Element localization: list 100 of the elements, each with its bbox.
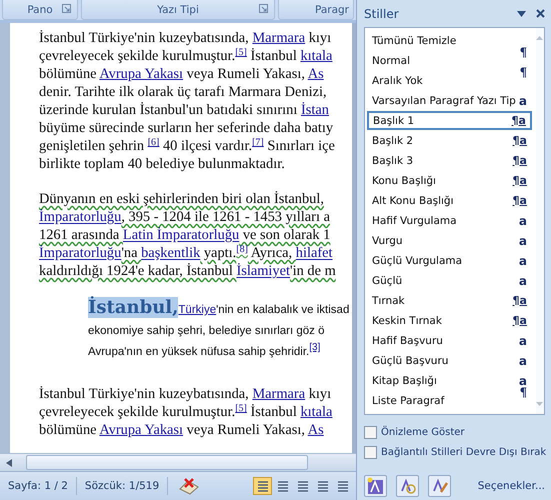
style-item[interactable]: Başlık 2 ¶a	[367, 131, 532, 150]
body-text: Dünyanın en eski şehirlerinden biri olan İstanbul,	[39, 191, 324, 207]
text-link[interactable]: As	[308, 66, 324, 82]
body-text: denir. Tarihte ilk olarak üç tarafı Marmara Denizi,	[39, 84, 327, 100]
word-count[interactable]: Sözcük: 1/519	[76, 477, 168, 495]
body-text: üzerinde kurulan İstanbul'un batıdaki sınırını	[39, 102, 298, 118]
body-text: kıyı	[308, 386, 332, 402]
body-text: Ayrıca,	[250, 245, 294, 261]
style-item[interactable]: Hafif Başvuru a	[367, 331, 532, 350]
style-item[interactable]: Güçlü Başvuru a	[367, 351, 532, 370]
text-link[interactable]: hilafet	[296, 245, 333, 261]
style-item[interactable]: Başlık 1 ¶a	[367, 111, 532, 130]
page-count[interactable]: Sayfa: 1 / 2	[0, 477, 77, 495]
view-button[interactable]	[253, 477, 272, 495]
text-link[interactable]: İstan	[300, 102, 329, 118]
footnote-link[interactable]: [6]	[148, 137, 160, 148]
style-type-mark: a	[518, 254, 527, 268]
style-inspector-button[interactable]	[396, 475, 419, 497]
body-text: 1261 arasında	[39, 227, 120, 243]
body-text: 'nin en kalabalık ve iktisad	[216, 304, 350, 316]
body-text: bölümüne	[39, 66, 98, 82]
checkbox[interactable]	[364, 426, 377, 438]
style-type-mark: a	[518, 214, 527, 228]
style-item[interactable]: Güçlü a	[367, 271, 532, 290]
text-link[interactable]: Avrupa Yakası	[99, 66, 184, 82]
body-text: çevreleyecek şekilde kurulmuştur.	[39, 48, 236, 64]
lines-icon	[276, 480, 290, 492]
text-link[interactable]: kıtala	[300, 48, 332, 64]
ribbon-group-label: Yazı Tipi	[81, 0, 275, 20]
text-link[interactable]: Marmara	[252, 30, 306, 46]
ribbon-group-label: Paragr	[278, 0, 354, 20]
style-item[interactable]: Güçlü Vurgulama a	[367, 251, 532, 270]
body-text: birlikte toplam 40 belediye bulunmaktadır.	[39, 156, 285, 172]
style-type-mark: a	[518, 274, 527, 288]
footnote-link[interactable]: [5]	[235, 47, 247, 58]
body-text: 'in de m	[290, 263, 336, 279]
style-type-mark: a	[518, 334, 527, 348]
style-item[interactable]: Varsayılan Paragraf Yazı Tip a	[367, 91, 532, 110]
text-link[interactable]: Latin İmparatorluğu	[122, 227, 240, 243]
style-type-mark: a	[518, 354, 527, 368]
ribbon-group-label: Pano	[2, 0, 78, 20]
style-item[interactable]: Vurgu a	[367, 231, 532, 250]
body-text: kıyı	[308, 30, 332, 46]
style-item[interactable]: Hafif Vurgulama a	[367, 211, 532, 230]
body-text: genişletilen şehrin	[39, 138, 146, 154]
style-item[interactable]: Alt Konu Başlığı ¶a	[367, 191, 532, 210]
text-link[interactable]: İmparatorluğu	[39, 209, 122, 225]
footnote-link[interactable]: [8]	[236, 244, 248, 255]
checkbox-label[interactable]: Bağlantılı Stilleri Devre Dışı Bırak	[381, 446, 546, 458]
body-text: yaptı.	[202, 245, 236, 261]
text-link[interactable]: başkentlik	[141, 245, 200, 261]
body-text: Sınırları içe	[266, 138, 335, 154]
close-icon[interactable]	[536, 9, 545, 18]
style-item[interactable]: Başlık 3 ¶a	[367, 151, 532, 170]
dialog-launcher-icon[interactable]	[62, 4, 71, 13]
left-arrow-icon[interactable]	[6, 458, 12, 466]
style-type-mark: ¶a	[512, 114, 526, 128]
body-text: veya Rumeli Yakası,	[186, 422, 306, 438]
style-type-mark: ¶a	[512, 194, 527, 208]
body-text: İstanbul Türkiye'nin kuzeybatısında,	[39, 30, 250, 46]
style-type-mark: ¶a	[512, 174, 527, 188]
body-text: veya Rumeli Yakası,	[186, 66, 306, 82]
footnote-link[interactable]: [7]	[252, 137, 264, 148]
style-type-mark: ¶a	[512, 314, 527, 328]
style-type-mark: ¶a	[512, 294, 527, 308]
checkbox[interactable]	[364, 446, 377, 458]
manage-styles-button[interactable]	[428, 475, 451, 497]
style-item[interactable]: Tırnak ¶a	[367, 291, 532, 310]
checkbox-label[interactable]: Önizleme Göster	[381, 426, 465, 438]
horizontal-scrollbar[interactable]	[0, 453, 356, 471]
text-link[interactable]: İslamiyet	[236, 263, 290, 279]
lines-icon	[256, 480, 270, 492]
body-text: kaldırıldığı 1924'e kadar, İstanbul	[39, 263, 234, 279]
body-text: Avrupa'nın en yüksek nüfusa sahip şehridir.	[88, 346, 310, 358]
text-link[interactable]: İmparatorluğu	[39, 245, 122, 261]
style-item[interactable]: Konu Başlığı ¶a	[367, 171, 532, 190]
footnote-link[interactable]: [5]	[235, 403, 247, 414]
style-type-mark: a	[518, 374, 527, 388]
body-text: büyüme sürecinde surların her seferinde daha batıy	[39, 120, 334, 136]
dropdown-icon[interactable]	[517, 10, 526, 16]
footnote-link[interactable]: [3]	[309, 342, 320, 353]
style-type-mark: a	[518, 234, 527, 248]
text-link[interactable]: Marmara	[252, 386, 306, 402]
text-link[interactable]: Türkiye	[178, 304, 216, 316]
body-text: ekonomiye sahip şehri, belediye sınırları göz ö	[88, 325, 325, 337]
new-style-button[interactable]	[364, 475, 387, 497]
text-link[interactable]: kıtala	[300, 404, 332, 420]
body-text: ve son olarak 1	[242, 227, 330, 243]
body-text: 40 ilçesi vardır.	[162, 138, 252, 154]
style-type-mark: ¶	[520, 65, 527, 79]
lines-icon	[316, 480, 330, 492]
options-link[interactable]: Seçenekler...	[478, 480, 545, 492]
lines-icon	[336, 480, 350, 492]
dialog-launcher-icon[interactable]	[259, 4, 268, 13]
text-link[interactable]: As	[308, 422, 324, 438]
text-link[interactable]: Avrupa Yakası	[99, 422, 184, 438]
body-text: çevreleyecek şekilde kurulmuştur.	[39, 404, 236, 420]
lines-icon	[296, 480, 310, 492]
style-item[interactable]: Keskin Tırnak ¶a	[367, 311, 532, 330]
spell-check-icon[interactable]	[178, 477, 200, 495]
